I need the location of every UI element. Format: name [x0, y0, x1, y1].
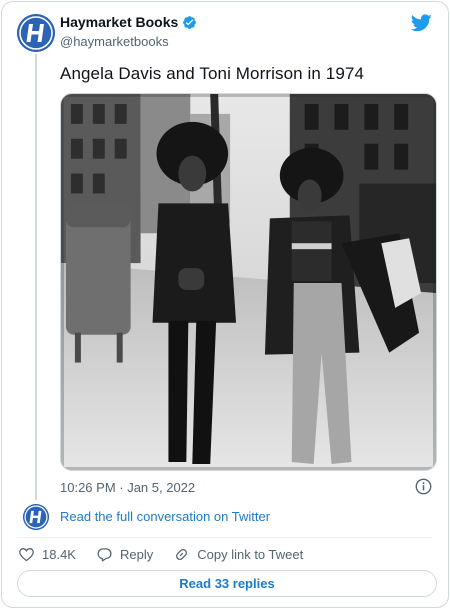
divider [18, 537, 432, 538]
reply-button[interactable]: Reply [96, 546, 153, 563]
twitter-bird-icon[interactable] [411, 14, 432, 32]
tweet-timestamp[interactable]: 10:26 PM · Jan 5, 2022 [60, 480, 195, 495]
like-count: 18.4K [42, 546, 76, 562]
copy-link-label: Copy link to Tweet [197, 546, 304, 562]
like-button[interactable]: 18.4K [18, 546, 76, 563]
author-avatar[interactable] [17, 14, 55, 52]
read-conversation-link[interactable]: Read the full conversation on Twitter [60, 509, 270, 524]
heart-icon [19, 547, 34, 561]
tweet-card: Haymarket Books @haymarketbooks Angela D… [1, 1, 449, 608]
tweet-photo[interactable] [60, 93, 437, 471]
author-display-name[interactable]: Haymarket Books [60, 14, 178, 30]
haymarket-logo-icon [23, 504, 49, 530]
haymarket-logo-icon [17, 14, 55, 52]
conversation-avatar[interactable] [23, 504, 49, 530]
tweet-text: Angela Davis and Toni Morrison in 1974 [60, 64, 364, 83]
copy-link-button[interactable]: Copy link to Tweet [173, 546, 303, 563]
info-icon[interactable] [415, 478, 432, 495]
reply-label: Reply [119, 546, 154, 562]
author-handle[interactable]: @haymarketbooks [60, 34, 169, 49]
action-bar: 18.4K Reply Copy link to Tweet [18, 545, 303, 563]
verified-badge-icon [182, 15, 197, 30]
read-replies-button[interactable]: Read 33 replies [17, 570, 437, 597]
author-name-row[interactable]: Haymarket Books [60, 14, 197, 30]
reply-bubble-icon [97, 547, 112, 562]
link-icon [176, 548, 188, 560]
thread-line [35, 54, 37, 500]
